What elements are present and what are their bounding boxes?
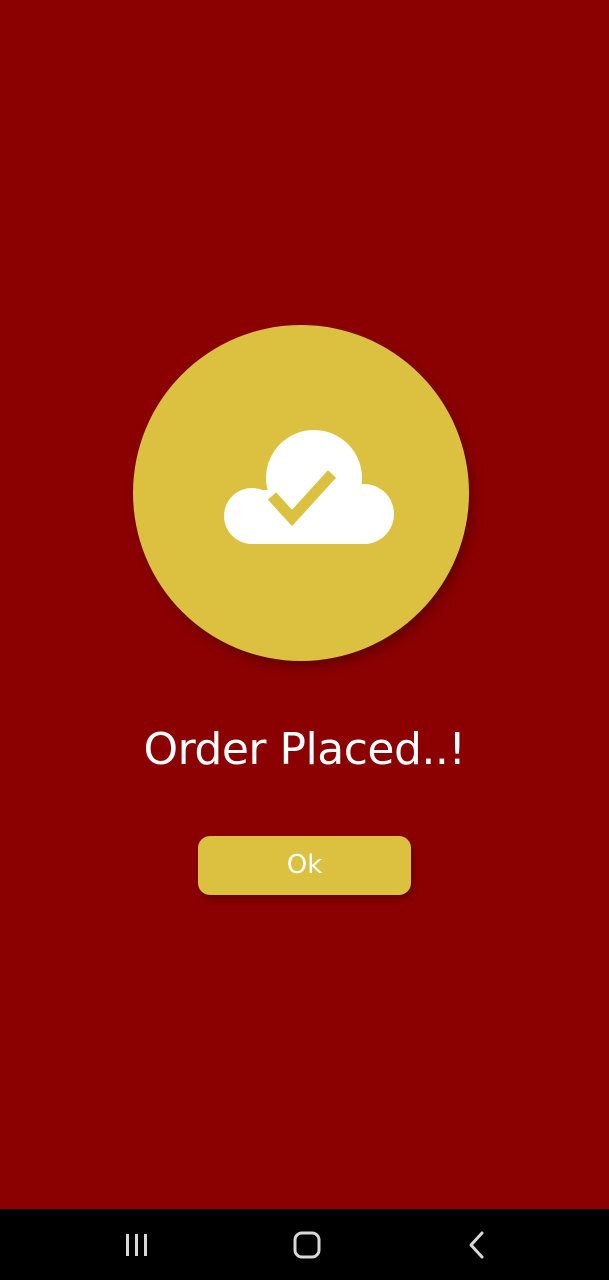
- back-button[interactable]: [452, 1225, 502, 1265]
- home-icon: [293, 1231, 321, 1259]
- cloud-check-icon: [224, 430, 394, 544]
- page-title: Order Placed..!: [143, 724, 466, 775]
- home-button[interactable]: [282, 1225, 332, 1265]
- system-navigation-bar: [0, 1209, 609, 1280]
- recents-icon: [126, 1234, 147, 1256]
- back-icon: [469, 1231, 484, 1259]
- order-confirmation-screen: Order Placed..! Ok: [0, 0, 609, 1209]
- recents-button[interactable]: [112, 1225, 162, 1265]
- ok-button[interactable]: Ok: [198, 836, 411, 895]
